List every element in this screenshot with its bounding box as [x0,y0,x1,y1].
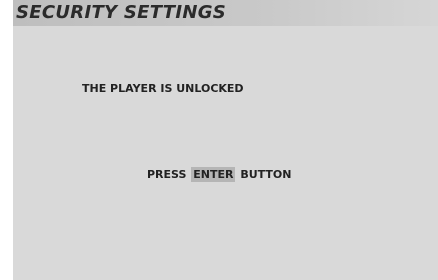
screen-title: SECURITY SETTINGS [16,2,227,23]
title-bar: SECURITY SETTINGS [13,0,438,26]
prompt-suffix: BUTTON [240,168,292,181]
press-enter-prompt: PRESS ENTER BUTTON [147,167,292,182]
security-settings-screen: SECURITY SETTINGS THE PLAYER IS UNLOCKED… [13,0,438,280]
prompt-prefix: PRESS [147,168,187,181]
unlock-status-message: THE PLAYER IS UNLOCKED [82,82,244,95]
enter-button[interactable]: ENTER [191,167,236,182]
